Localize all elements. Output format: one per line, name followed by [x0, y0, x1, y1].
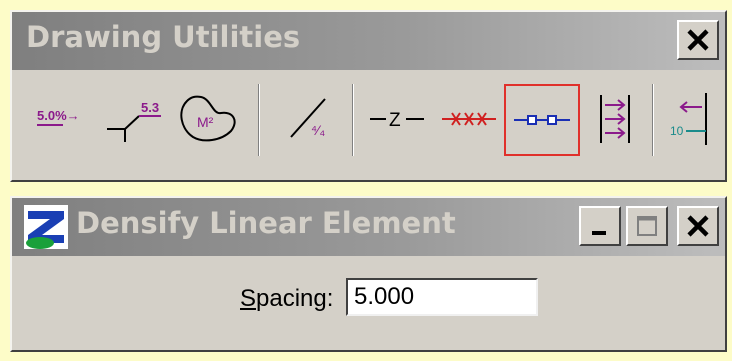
densify-linear-element-tool[interactable] — [504, 84, 580, 156]
densify-title: Densify Linear Element — [76, 206, 456, 240]
spacing-label-text: pacing: — [256, 285, 334, 312]
drawing-utilities-titlebar[interactable]: Drawing Utilities — [12, 12, 725, 70]
z-line-icon: Z — [370, 110, 424, 131]
arrow-lines-icon — [600, 95, 630, 143]
area-annotation-icon: M² — [180, 95, 236, 142]
close-icon — [687, 215, 709, 237]
z-line-tool[interactable]: Z — [364, 88, 430, 150]
elevation-annotation-icon: 5.3 — [107, 100, 161, 142]
close-button[interactable] — [677, 206, 719, 246]
svg-text:M²: M² — [197, 114, 214, 130]
drawing-utilities-toolbar: 5.0%→ 5.3 M² ⁴⁄₄ Z 10 — [12, 70, 725, 180]
slope-annotation-tool[interactable]: 5.0%→ — [32, 88, 100, 150]
station-offset-icon: 10 — [670, 93, 707, 145]
minimize-button[interactable] — [579, 206, 621, 246]
svg-text:10: 10 — [670, 124, 684, 138]
spacing-label: Spacing: — [240, 285, 333, 313]
toolbar-separator — [258, 84, 260, 156]
toolbar-separator — [352, 84, 354, 156]
svg-text:5.3: 5.3 — [141, 100, 159, 115]
toolbar-separator — [652, 84, 654, 156]
maximize-button[interactable] — [626, 206, 668, 246]
cross-line-icon — [442, 112, 496, 126]
svg-text:Z: Z — [389, 110, 401, 131]
station-offset-tool[interactable]: 10 — [664, 88, 720, 150]
maximize-icon — [637, 216, 657, 236]
close-button[interactable] — [677, 20, 719, 60]
cross-line-tool[interactable] — [436, 88, 502, 150]
area-annotation-tool[interactable]: M² — [170, 88, 242, 150]
arrow-lines-tool[interactable] — [586, 88, 646, 150]
elevation-annotation-tool[interactable]: 5.3 — [102, 88, 168, 150]
minimize-icon — [592, 231, 606, 235]
spacing-input[interactable] — [346, 278, 538, 316]
close-icon — [687, 29, 709, 51]
svg-text:5.0%→: 5.0%→ — [37, 108, 80, 123]
ratio-line-tool[interactable]: ⁴⁄₄ — [276, 88, 346, 150]
densify-icon — [514, 115, 570, 125]
svg-text:⁴⁄₄: ⁴⁄₄ — [311, 122, 325, 138]
ratio-line-icon: ⁴⁄₄ — [290, 98, 326, 138]
app-logo-icon — [24, 205, 68, 249]
drawing-utilities-title: Drawing Utilities — [26, 20, 301, 54]
densify-titlebar[interactable]: Densify Linear Element — [12, 198, 725, 256]
densify-dialog: Densify Linear Element Spacing: — [10, 196, 727, 352]
slope-annotation-icon: 5.0%→ — [37, 108, 80, 126]
densify-body: Spacing: — [12, 256, 725, 344]
spacing-label-mnemonic: S — [240, 285, 257, 312]
drawing-utilities-window: Drawing Utilities 5.0%→ 5.3 M² ⁴⁄₄ Z 10 — [10, 10, 727, 182]
